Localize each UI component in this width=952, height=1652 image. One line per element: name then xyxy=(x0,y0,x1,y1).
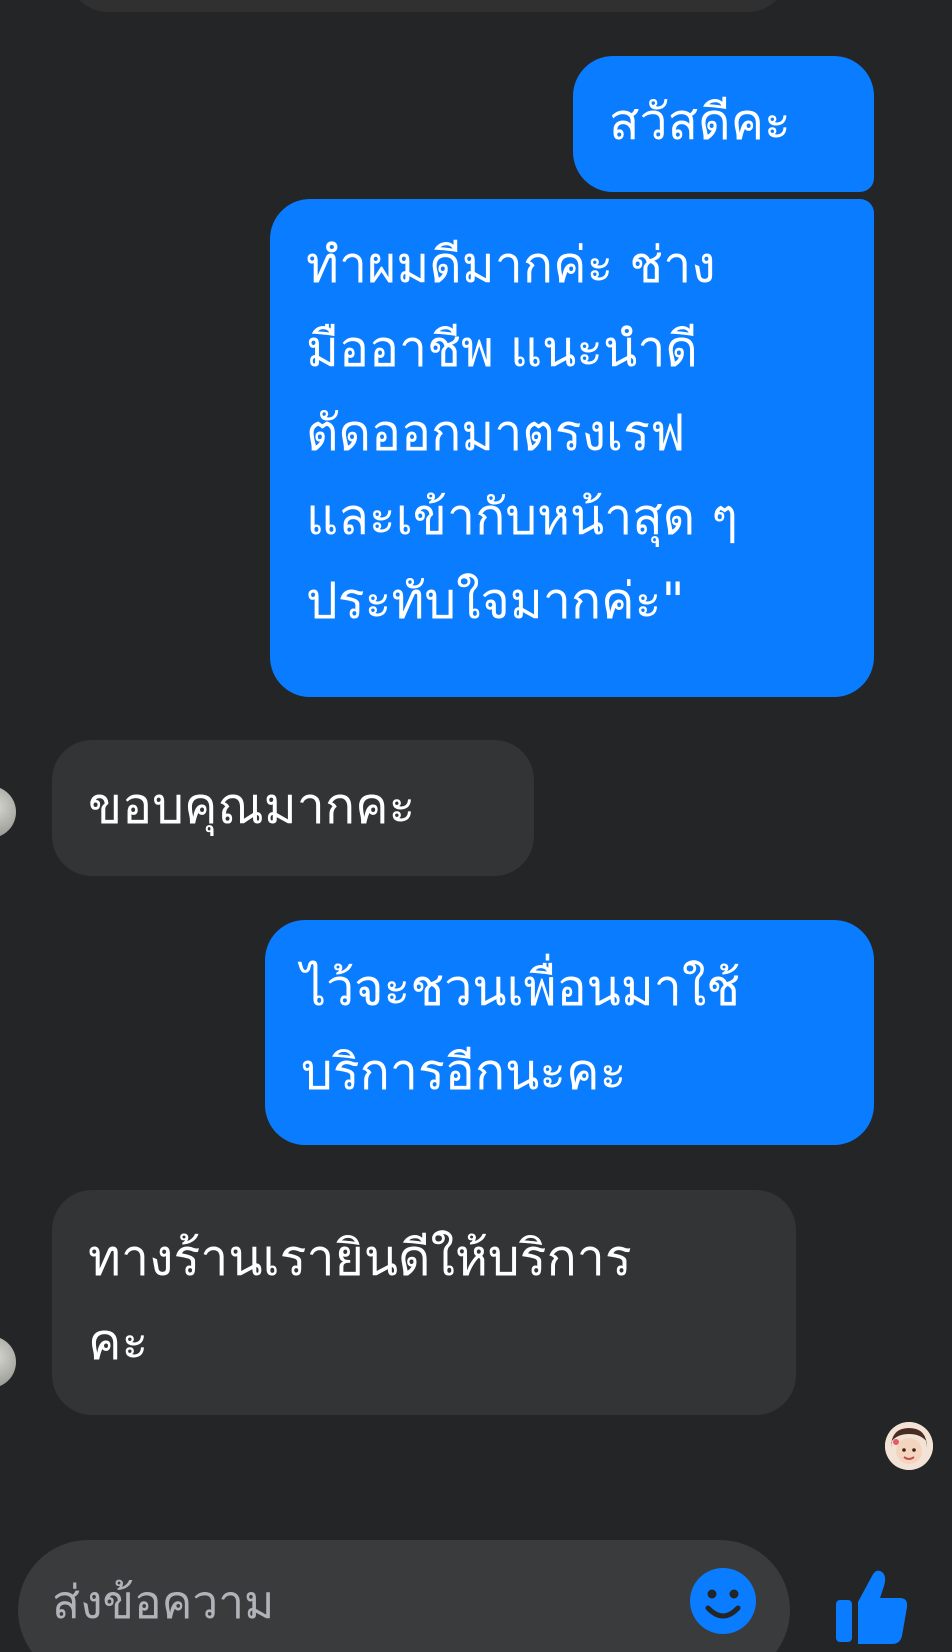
incoming-message[interactable]: ทางร้านเรายินดีให้บริการ คะ xyxy=(52,1190,796,1415)
outgoing-message[interactable]: ไว้จะชวนเพื่อนมาใช้ บริการอีกนะคะ xyxy=(265,920,874,1145)
thumbs-up-icon xyxy=(836,1570,908,1644)
like-button[interactable] xyxy=(832,1566,910,1644)
contact-avatar[interactable] xyxy=(0,1336,16,1388)
contact-avatar[interactable] xyxy=(0,786,16,838)
chat-screen: สวัสดีคะ ทำผมดีมากค่ะ ช่าง มืออาชีพ แนะน… xyxy=(0,0,952,1652)
smiley-face-icon xyxy=(690,1568,756,1634)
user-avatar-icon xyxy=(885,1422,933,1470)
previous-message-bubble xyxy=(68,0,788,12)
outgoing-message[interactable]: สวัสดีคะ xyxy=(573,56,874,192)
seen-indicator-avatar xyxy=(885,1422,933,1470)
message-composer[interactable]: ส่งข้อความ xyxy=(18,1540,790,1652)
message-input-placeholder[interactable]: ส่งข้อความ xyxy=(52,1572,274,1632)
outgoing-message[interactable]: ทำผมดีมากค่ะ ช่าง มืออาชีพ แนะนำดี ตัดออ… xyxy=(270,199,874,697)
emoji-button[interactable] xyxy=(688,1566,758,1636)
incoming-message[interactable]: ขอบคุณมากคะ xyxy=(52,740,534,876)
